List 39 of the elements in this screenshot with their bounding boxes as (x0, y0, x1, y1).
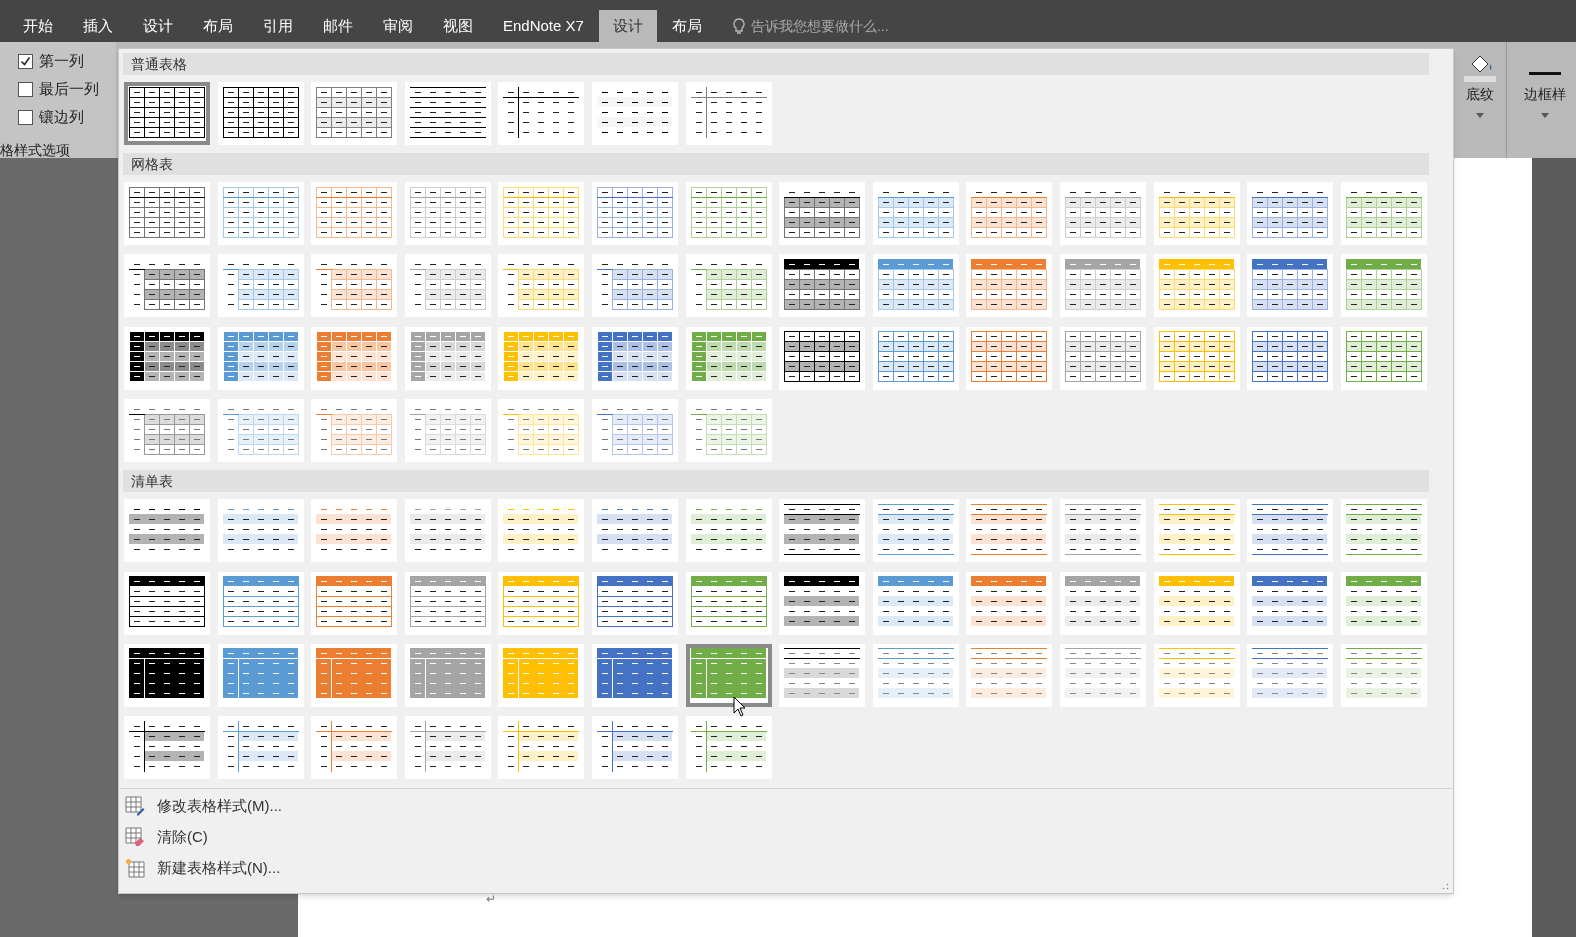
new-table-icon (125, 858, 145, 878)
ribbon-tab[interactable]: 引用 (248, 10, 308, 42)
ribbon-tab[interactable]: 邮件 (308, 10, 368, 42)
menu-item[interactable]: 修改表格样式(M)... (157, 794, 282, 818)
ribbon-tab[interactable]: EndNote X7 (488, 10, 599, 42)
menu-item[interactable]: 清除(C) (157, 825, 208, 849)
ribbon-tab[interactable]: 视图 (428, 10, 488, 42)
table-style-thumbnail[interactable] (685, 643, 772, 707)
table-pencil-icon (125, 796, 145, 816)
section-header: 清单表 (123, 470, 1429, 493)
border-styles-button[interactable]: 边框样 (1507, 42, 1576, 158)
border-line-icon (1528, 72, 1561, 75)
tell-me-field[interactable]: 告诉我您想要做什么... (750, 15, 951, 37)
mouse-cursor-icon (733, 696, 747, 718)
ribbon-tab[interactable]: 审阅 (368, 10, 428, 42)
checkbox-label[interactable]: 镶边列 (39, 105, 84, 129)
ribbon-tab[interactable]: 设计 (128, 10, 188, 42)
ribbon-tab[interactable]: 开始 (8, 10, 68, 42)
caret-icon (1475, 113, 1484, 118)
paragraph-mark: ↵ (486, 891, 496, 908)
caret-icon (1540, 113, 1549, 118)
ribbon-tab[interactable]: 布局 (656, 10, 717, 42)
checkmark-icon (20, 55, 31, 67)
section-header: 网格表 (123, 153, 1429, 175)
checkbox[interactable] (18, 53, 33, 69)
ribbon-tab[interactable]: 布局 (188, 10, 248, 42)
resize-grip-icon (1442, 883, 1449, 890)
checkbox[interactable] (18, 81, 33, 97)
table-style-thumbnail[interactable] (124, 82, 210, 145)
lightbulb-icon (732, 17, 745, 35)
checkbox[interactable] (18, 109, 33, 125)
section-header: 普通表格 (123, 53, 1429, 75)
table-eraser-icon (125, 827, 145, 847)
checkbox-label[interactable]: 最后一列 (39, 77, 99, 101)
group-label: 格样式选项 (0, 141, 71, 160)
ribbon-tab[interactable]: 设计 (598, 10, 657, 42)
ribbon-tab[interactable]: 插入 (68, 10, 128, 42)
checkbox-label[interactable]: 第一列 (39, 49, 84, 73)
menu-item[interactable]: 新建表格样式(N)... (157, 856, 281, 880)
